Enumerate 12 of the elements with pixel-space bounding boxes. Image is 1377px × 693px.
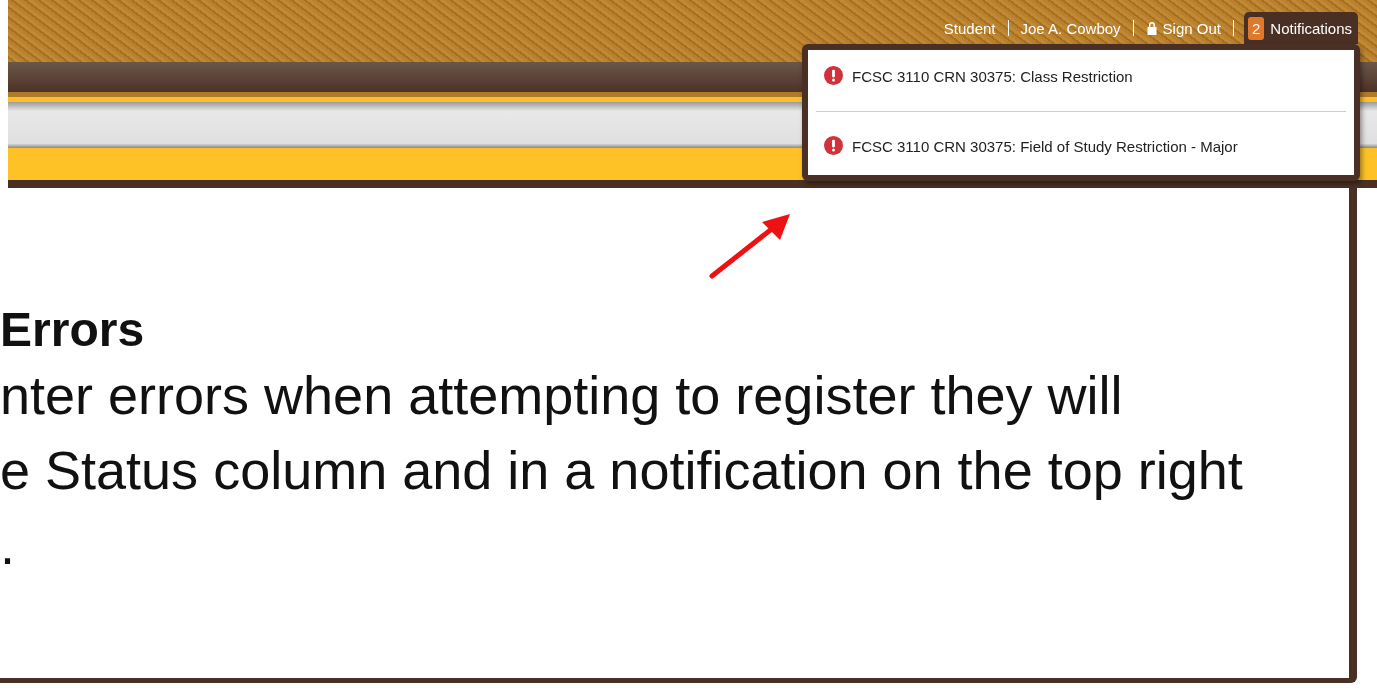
section-heading: Errors (0, 302, 146, 358)
notification-count-badge: 2 (1247, 16, 1265, 40)
lock-icon (1145, 21, 1158, 35)
error-icon (824, 136, 843, 155)
body-text-line: . (0, 514, 16, 577)
body-text-line: nter errors when attempting to register they will (0, 364, 1124, 427)
body-text-line: e Status column and in a notification on the top right (0, 439, 1244, 502)
notifications-label: Notifications (1270, 19, 1352, 37)
notifications-tab[interactable]: 2 Notifications (1243, 12, 1358, 44)
error-icon (824, 66, 843, 85)
notification-item[interactable]: FCSC 3110 CRN 30375: Field of Study Restriction - Major (852, 138, 1238, 155)
notification-item[interactable]: FCSC 3110 CRN 30375: Class Restriction (852, 68, 1133, 85)
